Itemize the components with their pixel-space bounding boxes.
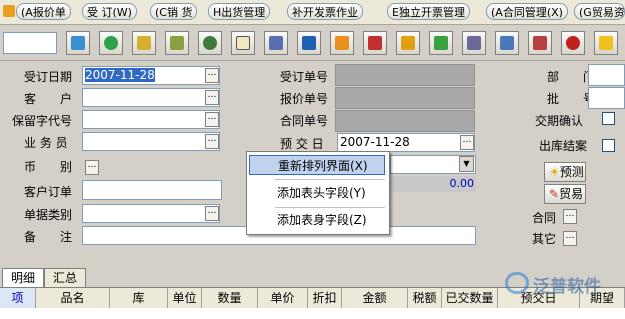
menu-item-add-header-field[interactable]: 添加表头字段(Y) [249,183,385,203]
menu-tab-contract[interactable]: (A合同管理(X) [486,3,568,20]
order-date-value: 2007-11-28 [85,68,155,82]
menu-tab-trade[interactable]: (G贸易资 [574,3,625,20]
order-no-label: 受订单号 [280,70,329,84]
context-menu: 重新排列界面(X) 添加表头字段(Y) 添加表身字段(Z) [246,151,390,235]
copy-icon[interactable] [495,31,519,55]
list-icon[interactable] [528,31,552,55]
menu-separator [275,179,385,180]
currency-lookup-button[interactable]: … [85,160,99,175]
monitor-icon[interactable] [297,31,321,55]
contract-lookup-button[interactable]: … [563,209,577,224]
delivery-date-lookup-button[interactable]: … [460,135,474,150]
card-icon[interactable] [231,31,255,55]
menu-item-add-body-field[interactable]: 添加表身字段(Z) [249,210,385,230]
contract-no-field [335,110,475,132]
contract-label: 合同 [532,211,557,225]
customer-label: 客 户 [24,92,73,106]
amount-value: 0.00 [449,177,475,190]
other-label: 其它 [532,232,557,246]
tab-summary[interactable]: 汇总 [44,268,87,287]
grid-body[interactable] [0,308,625,319]
export-icon[interactable] [330,31,354,55]
customer-order-label: 客户订单 [24,185,73,199]
customer-lookup-button[interactable]: … [205,90,219,105]
currency-label: 币 别 [24,160,73,174]
contract-no-label: 合同单号 [280,114,329,128]
grid-col-delivered-qty[interactable]: 已交数量 [442,288,498,308]
customer-field[interactable] [82,88,220,107]
doc-type-field[interactable] [82,204,220,223]
sun-icon: ☀ [549,165,560,179]
reserve-code-label: 保留字代号 [12,114,73,128]
menu-item-rearrange[interactable]: 重新排列界面(X) [249,155,385,175]
remark-label: 备 注 [24,230,73,244]
menu-separator [275,207,385,208]
quote-no-field [335,87,475,109]
menu-tab-sales[interactable]: (C销 货 [150,3,198,20]
menu-tab-invoice-reissue[interactable]: 补开发票作业 [287,3,363,20]
book-icon[interactable] [264,31,288,55]
find-icon[interactable] [132,31,156,55]
grid-col-price[interactable]: 单价 [258,288,308,308]
tab-detail[interactable]: 明细 [2,268,45,287]
grid-col-discount[interactable]: 折扣 [308,288,342,308]
watermark-logo: 泛普软件 [505,270,623,300]
batch-field[interactable] [588,87,625,109]
menu-tab-order[interactable]: 受 订(W) [82,3,137,20]
salesman-field[interactable] [82,132,220,151]
combo-dropdown-button[interactable]: ▼ [459,156,474,172]
salesman-lookup-button[interactable]: … [205,134,219,149]
menu-tab-quote[interactable]: (A报价单 [16,3,71,20]
money-icon[interactable] [396,31,420,55]
other-lookup-button[interactable]: … [563,231,577,246]
bug-icon[interactable] [561,31,585,55]
deal-confirm-label: 交期确认 [535,114,584,128]
menu-tab-shipping[interactable]: H出货管理 [208,3,271,20]
globe-icon[interactable] [198,31,222,55]
delivery-date-label: 预 交 日 [280,137,324,151]
new-icon[interactable] [66,31,90,55]
doc-type-label: 单据类别 [24,208,73,222]
app-icon [3,5,15,17]
bell-icon[interactable] [594,31,618,55]
toolbar [0,26,625,61]
grid-col-amount[interactable]: 金额 [342,288,408,308]
doc-type-lookup-button[interactable]: … [205,206,219,221]
order-date-field[interactable]: 2007-11-28 [82,66,220,85]
grid-col-item[interactable]: 项 [0,288,36,308]
refresh-icon[interactable] [99,31,123,55]
toolbar-search-field[interactable] [3,32,57,54]
grid-col-name[interactable]: 品名 [36,288,110,308]
trade-button[interactable]: ✎贸易 [544,184,586,204]
logo-icon [505,272,529,294]
print-icon[interactable] [363,31,387,55]
order-date-label: 受订日期 [24,70,73,84]
grid-col-unit[interactable]: 单位 [168,288,202,308]
grid-col-tax[interactable]: 税额 [408,288,442,308]
recycle-icon[interactable] [429,31,453,55]
forecast-button[interactable]: ☀预测 [544,162,586,182]
delivery-date-field[interactable]: 2007-11-28 [337,133,475,152]
grid-col-qty[interactable]: 数量 [202,288,258,308]
menu-bar: (A报价单 受 订(W) (C销 货 H出货管理 补开发票作业 E独立开票管理 … [0,0,625,25]
customer-order-field[interactable] [82,180,222,200]
watermark-text: 泛普软件 [533,277,601,297]
reserve-code-field[interactable] [82,110,220,129]
calc-icon[interactable] [462,31,486,55]
grid-col-warehouse[interactable]: 库 [110,288,168,308]
salesman-label: 业 务 员 [24,136,68,150]
amount-field: 0.00 [390,176,476,192]
menu-tab-invoice-mgmt[interactable]: E独立开票管理 [387,3,470,20]
trade-icon: ✎ [549,187,560,201]
dept-field[interactable] [588,64,625,86]
delivery-date-value: 2007-11-28 [340,135,410,149]
reserve-code-lookup-button[interactable]: … [205,112,219,127]
order-date-lookup-button[interactable]: … [205,68,219,83]
check-icon[interactable] [165,31,189,55]
closed-checkbox[interactable] [602,139,615,152]
closed-label: 出库结案 [539,139,588,153]
order-no-field [335,64,475,86]
deal-confirm-checkbox[interactable] [602,112,615,125]
quote-no-label: 报价单号 [280,92,329,106]
